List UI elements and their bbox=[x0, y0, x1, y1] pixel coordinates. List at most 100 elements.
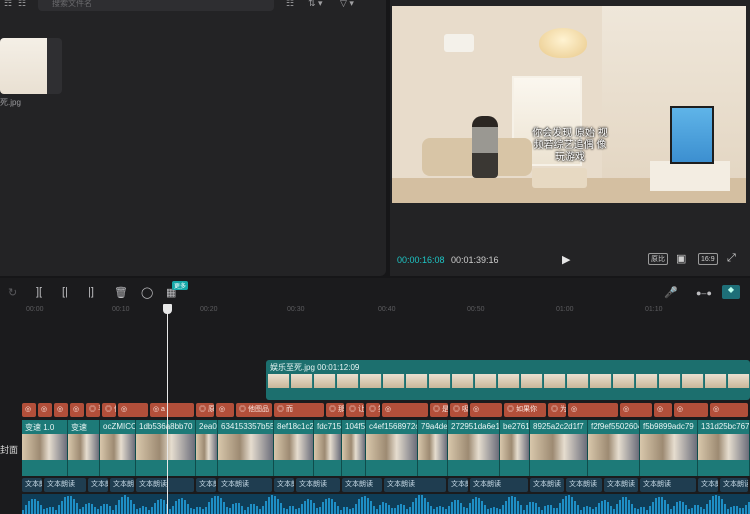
sticker-clip[interactable]: ◎ bbox=[70, 403, 84, 417]
overlay-thumbnail bbox=[406, 374, 428, 388]
overlay-thumbnail bbox=[475, 374, 497, 388]
overlay-thumbnail bbox=[383, 374, 405, 388]
text-reading-clip[interactable]: 文本朗读 bbox=[218, 478, 272, 492]
sort-button[interactable]: ⇅ ▾ bbox=[308, 0, 323, 9]
sticker-clip[interactable]: ◎ bbox=[382, 403, 428, 417]
split-left-icon[interactable]: [| bbox=[62, 286, 68, 298]
main-video-clip[interactable]: f2f9ef5502604 bbox=[588, 420, 640, 476]
text-reading-clip[interactable]: 文本朗读 bbox=[470, 478, 528, 492]
sticker-clip[interactable]: ◎ 为什么 bbox=[548, 403, 566, 417]
sticker-clip[interactable]: ◎ 笑三 bbox=[366, 403, 380, 417]
clip-thumbnail bbox=[342, 434, 365, 460]
sticker-clip[interactable]: ◎ 而 bbox=[274, 403, 324, 417]
sticker-clip[interactable]: ◎ 让 bbox=[346, 403, 364, 417]
clip-label: fdc715 bbox=[317, 422, 341, 431]
text-reading-clip[interactable]: 文本朗读 bbox=[604, 478, 638, 492]
main-video-clip[interactable]: 131d25bc7670 bbox=[698, 420, 750, 476]
sticker-clip[interactable]: ◎ bbox=[710, 403, 748, 417]
text-reading-clip[interactable]: 文本朗读 bbox=[720, 478, 748, 492]
ai-icon[interactable]: ◆ bbox=[722, 285, 740, 299]
text-reading-clip[interactable]: 文本朗读 bbox=[384, 478, 446, 492]
fit-screen-icon[interactable]: ▣ bbox=[676, 252, 686, 265]
filter-button[interactable]: ▽ ▾ bbox=[340, 0, 354, 9]
text-reading-clip[interactable]: 文本朗读 bbox=[342, 478, 382, 492]
redo-icon[interactable]: ↻ bbox=[8, 286, 17, 299]
link-icon[interactable]: ●–● bbox=[696, 288, 712, 298]
media-filename: 死.jpg bbox=[0, 98, 21, 107]
search-input[interactable]: 搜索文件名 bbox=[38, 0, 274, 11]
main-video-clip[interactable]: 1db536a8bb70 bbox=[136, 420, 196, 476]
main-video-clip[interactable]: 79a4de bbox=[418, 420, 448, 476]
timeline-ruler[interactable]: 00:00 00:10 00:20 00:30 00:40 00:50 01:0… bbox=[0, 302, 750, 320]
clip-label: 634153357b55 bbox=[221, 422, 273, 431]
text-reading-clip[interactable]: 文本朗读 bbox=[640, 478, 696, 492]
audio-waveform[interactable] bbox=[22, 494, 750, 514]
split-right-icon[interactable]: |] bbox=[88, 286, 94, 298]
text-reading-clip[interactable]: 文本朗读 bbox=[698, 478, 718, 492]
sticker-clip[interactable]: ◎ bbox=[620, 403, 652, 417]
sticker-clip[interactable]: ◎ bbox=[54, 403, 68, 417]
list-view-icon[interactable]: ☶ bbox=[4, 0, 12, 9]
playhead-handle[interactable] bbox=[163, 304, 172, 314]
main-video-clip[interactable]: 变速 1.0 bbox=[22, 420, 68, 476]
sticker-clip[interactable]: ◎ 他图品 bbox=[236, 403, 272, 417]
clip-thumbnail bbox=[22, 434, 67, 460]
cover-button[interactable]: 封面 bbox=[0, 443, 18, 456]
sticker-clip[interactable]: ◎ 原 bbox=[196, 403, 214, 417]
text-reading-clip[interactable]: 文本朗读 bbox=[22, 478, 42, 492]
text-reading-clip[interactable]: 文本朗读 bbox=[88, 478, 108, 492]
clip-label: 8ef18c1c2 bbox=[277, 422, 313, 431]
text-reading-clip[interactable]: 文本朗读 bbox=[44, 478, 86, 492]
fullscreen-icon[interactable]: ⤢ bbox=[727, 252, 736, 265]
grid-view-icon[interactable]: ☷ bbox=[18, 0, 26, 9]
microphone-icon[interactable]: 🎤 bbox=[664, 286, 678, 299]
original-ratio-button[interactable]: 原比 bbox=[648, 253, 668, 265]
main-video-clip[interactable]: 2ea0 bbox=[196, 420, 218, 476]
sticker-clip[interactable]: ◎ bbox=[22, 403, 36, 417]
sticker-clip[interactable]: ◎ 是 bbox=[430, 403, 448, 417]
text-reading-clip[interactable]: 文本朗读 bbox=[530, 478, 564, 492]
text-reading-clip[interactable]: 文本朗读 bbox=[296, 478, 340, 492]
sticker-clip[interactable]: ◎ bbox=[38, 403, 52, 417]
play-button[interactable]: ▶ bbox=[562, 253, 570, 266]
sticker-clip[interactable]: ◎ bbox=[674, 403, 708, 417]
preview-video[interactable]: 你会发现 原始 视频若综艺追偶 像玩游戏 bbox=[392, 6, 746, 203]
main-video-clip[interactable]: 8925a2c2d1f7 bbox=[530, 420, 588, 476]
main-video-clip[interactable]: 634153357b55 bbox=[218, 420, 274, 476]
sticker-clip[interactable]: ◎ bbox=[216, 403, 234, 417]
sticker-clip[interactable]: ◎ 你会发现 bbox=[102, 403, 116, 417]
main-video-clip[interactable]: ocZMICC bbox=[100, 420, 136, 476]
split-icon[interactable]: ][ bbox=[36, 286, 42, 298]
sticker-clip[interactable]: ◎ 那 bbox=[326, 403, 344, 417]
aspect-ratio-button[interactable]: 16:9 bbox=[698, 253, 718, 265]
main-video-clip[interactable]: fdc715 bbox=[314, 420, 342, 476]
filter-icon[interactable]: ☷ bbox=[286, 0, 294, 9]
main-video-clip[interactable]: 104f5 bbox=[342, 420, 366, 476]
main-video-clip[interactable]: 8ef18c1c2 bbox=[274, 420, 314, 476]
sticker-clip[interactable]: ◎ 吸引 bbox=[450, 403, 468, 417]
text-reading-clip[interactable]: 文本朗读 bbox=[110, 478, 134, 492]
text-reading-clip[interactable]: 文本朗读 bbox=[196, 478, 216, 492]
sticker-clip[interactable]: ◎ a bbox=[150, 403, 194, 417]
media-thumbnail[interactable] bbox=[0, 38, 62, 94]
playhead-line[interactable] bbox=[167, 306, 168, 514]
overlay-thumbnail bbox=[268, 374, 290, 388]
main-video-clip[interactable]: f5b9899adc79 bbox=[640, 420, 698, 476]
text-reading-clip[interactable]: 文本朗读 bbox=[136, 478, 194, 492]
main-video-clip[interactable]: 272951da6e1 bbox=[448, 420, 500, 476]
marker-icon[interactable]: ◯ bbox=[141, 286, 153, 299]
main-video-clip[interactable]: 变速 bbox=[68, 420, 100, 476]
sticker-clip[interactable]: ◎ bbox=[118, 403, 148, 417]
text-reading-clip[interactable]: 文本朗读 bbox=[274, 478, 294, 492]
delete-icon[interactable]: 🗑 bbox=[114, 286, 128, 299]
main-video-clip[interactable]: be2761 bbox=[500, 420, 530, 476]
sticker-clip[interactable]: ◎ bbox=[654, 403, 672, 417]
video-cabinet bbox=[650, 161, 730, 191]
sticker-clip[interactable]: ◎ 如果你 bbox=[504, 403, 546, 417]
main-video-clip[interactable]: c4ef1568972c bbox=[366, 420, 418, 476]
sticker-clip[interactable]: ◎ 平 bbox=[86, 403, 100, 417]
sticker-clip[interactable]: ◎ bbox=[470, 403, 502, 417]
text-reading-clip[interactable]: 文本朗读 bbox=[566, 478, 602, 492]
sticker-clip[interactable]: ◎ bbox=[568, 403, 618, 417]
text-reading-clip[interactable]: 文本朗读 bbox=[448, 478, 468, 492]
